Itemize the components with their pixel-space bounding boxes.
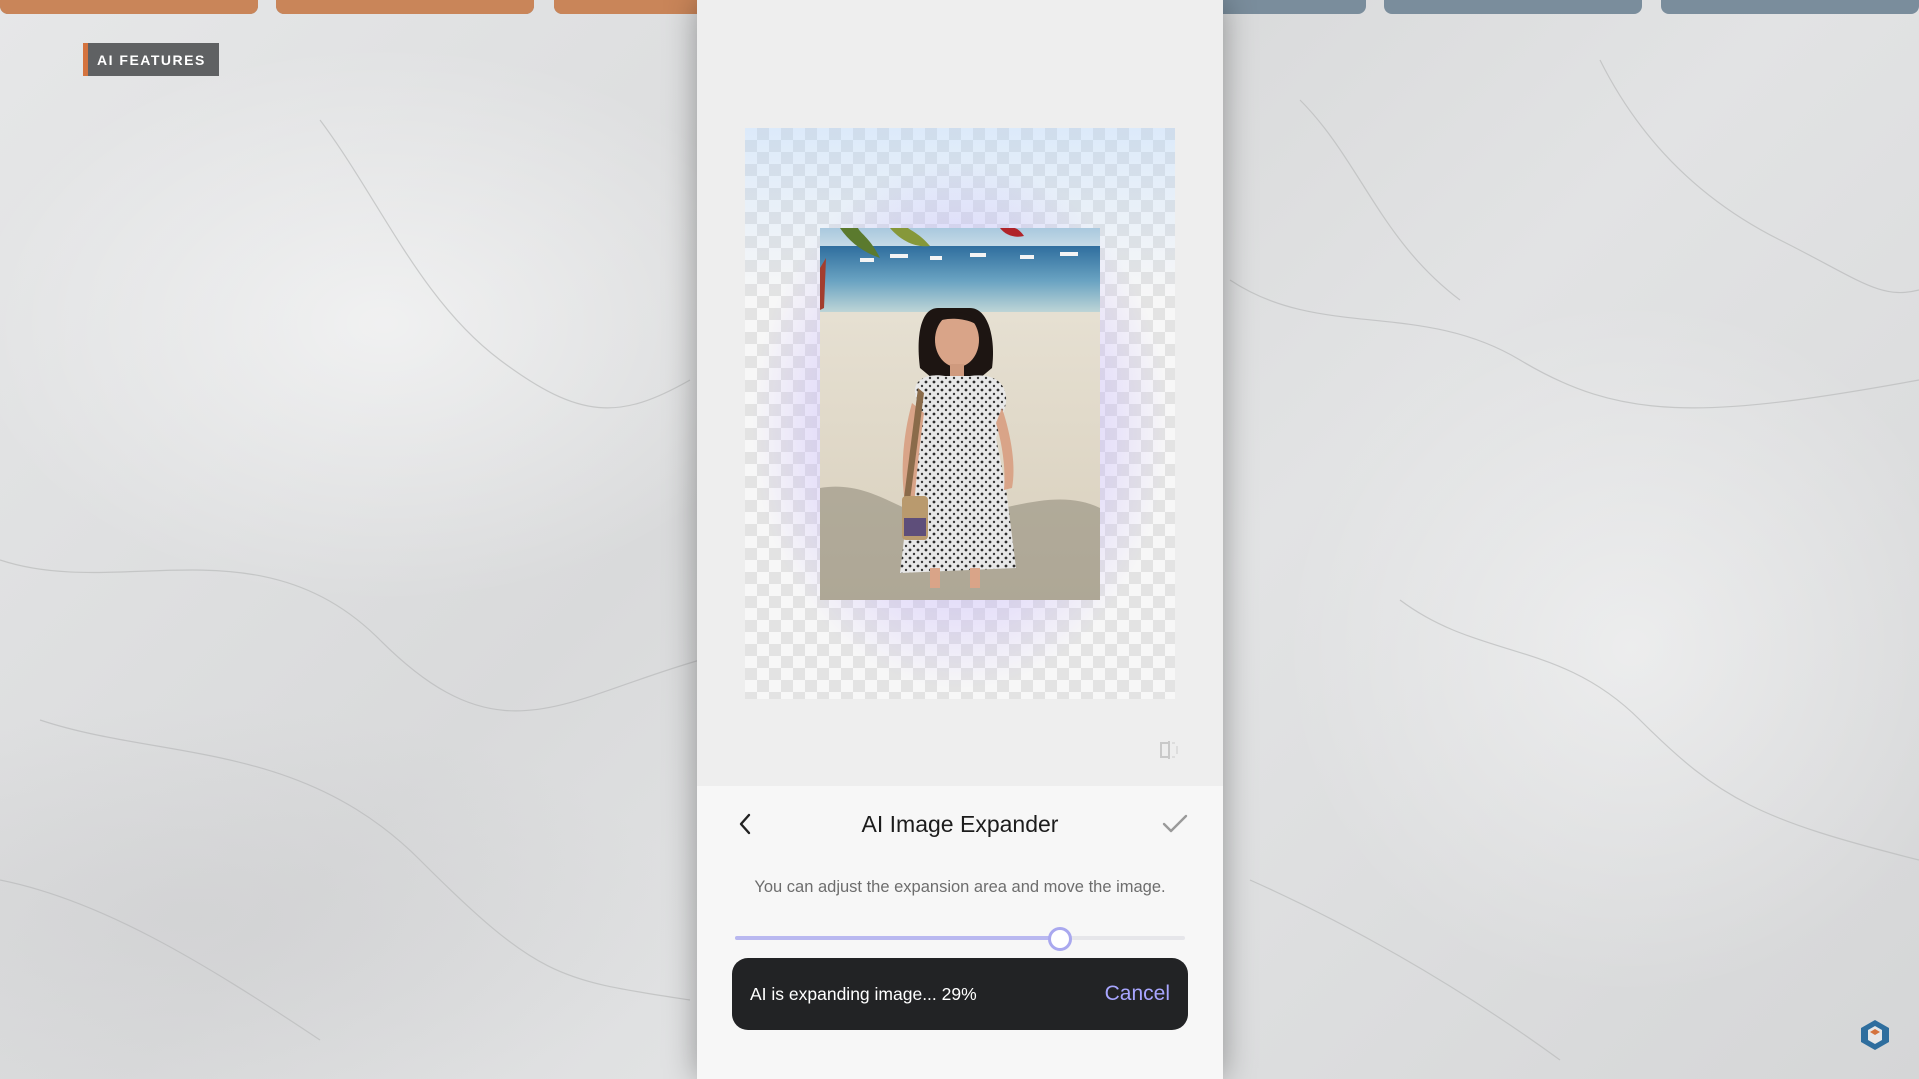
compare-icon-glyph (1160, 741, 1178, 759)
tag-label: AI FEATURES (97, 51, 206, 68)
slider-thumb[interactable] (1048, 927, 1072, 951)
cancel-button[interactable]: Cancel (1105, 982, 1170, 1006)
segment-fill (276, 0, 534, 14)
compare-icon[interactable] (1157, 738, 1181, 762)
progress-segment-2 (276, 0, 534, 14)
logo-icon (1861, 1020, 1889, 1050)
check-icon (1162, 814, 1188, 833)
expander-panel: AI Image Expander You can adjust the exp… (697, 786, 1223, 1079)
progress-segment-6 (1384, 0, 1642, 14)
tag-accent-bar (83, 43, 88, 76)
slider-track-fill (735, 936, 1059, 940)
expansion-slider[interactable] (735, 926, 1185, 951)
phone-screen: AI Image Expander You can adjust the exp… (697, 0, 1223, 1079)
section-tag: AI FEATURES (83, 43, 219, 76)
panel-title: AI Image Expander (861, 811, 1059, 837)
instruction-text: You can adjust the expansion area and mo… (754, 878, 1166, 896)
confirm-button[interactable] (1157, 806, 1193, 842)
channel-logo (1858, 1018, 1892, 1052)
segment-fill (0, 0, 258, 14)
photo-illustration (820, 228, 1100, 600)
progress-segment-1 (0, 0, 258, 14)
progress-toast: AI is expanding image... 29% Cancel (732, 958, 1188, 1030)
source-photo[interactable] (820, 228, 1100, 600)
expansion-canvas[interactable] (745, 128, 1175, 699)
toast-message: AI is expanding image... 29% (750, 983, 977, 1004)
progress-segment-7 (1661, 0, 1919, 14)
